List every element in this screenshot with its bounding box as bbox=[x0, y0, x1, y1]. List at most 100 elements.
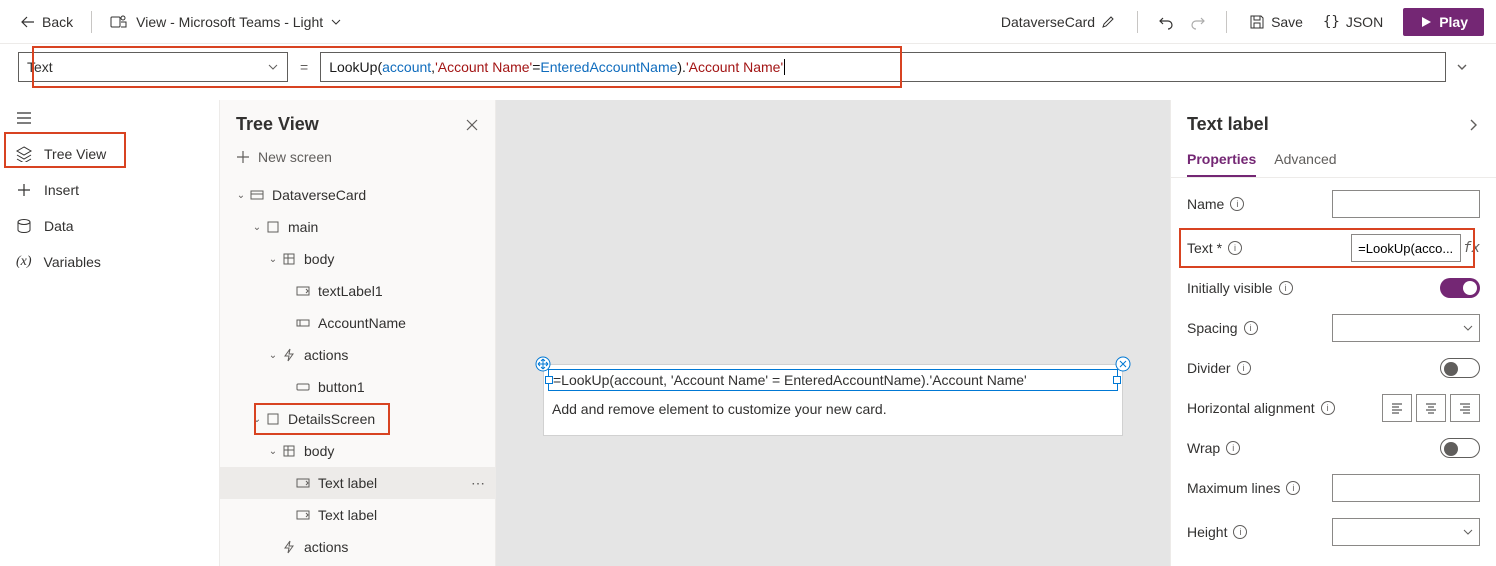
info-icon[interactable]: i bbox=[1279, 281, 1293, 295]
info-icon[interactable]: i bbox=[1230, 197, 1244, 211]
top-toolbar: Back View - Microsoft Teams - Light Data… bbox=[0, 0, 1496, 44]
left-nav: Tree View Insert Data (x) Variables bbox=[0, 100, 220, 566]
save-label: Save bbox=[1271, 14, 1303, 30]
nav-label: Data bbox=[44, 218, 74, 234]
save-button[interactable]: Save bbox=[1241, 10, 1311, 34]
maxlines-input[interactable] bbox=[1332, 474, 1480, 502]
chevron-down-icon bbox=[1455, 60, 1469, 74]
tab-properties[interactable]: Properties bbox=[1187, 143, 1256, 177]
nav-tree-view[interactable]: Tree View bbox=[0, 136, 219, 172]
divider-toggle[interactable] bbox=[1440, 358, 1480, 378]
tree-node-detailsscreen[interactable]: ⌄DetailsScreen bbox=[220, 403, 495, 435]
info-icon[interactable]: i bbox=[1286, 481, 1300, 495]
align-left-icon bbox=[1390, 401, 1404, 415]
nav-data[interactable]: Data bbox=[0, 208, 219, 244]
formula-token: EnteredAccountName bbox=[540, 59, 677, 75]
tree-label: main bbox=[288, 219, 318, 235]
close-icon[interactable] bbox=[465, 118, 479, 132]
prop-horizontal-alignment: Horizontal alignmenti bbox=[1187, 394, 1480, 422]
textinput-icon bbox=[296, 316, 310, 330]
formula-token: 'Account Name' bbox=[435, 59, 532, 75]
height-select[interactable] bbox=[1332, 518, 1480, 546]
tree-node-body[interactable]: ⌄body bbox=[220, 243, 495, 275]
info-icon[interactable]: i bbox=[1228, 241, 1242, 255]
formula-expand-button[interactable] bbox=[1446, 60, 1478, 74]
card-preview[interactable]: =LookUp(account, 'Account Name' = Entere… bbox=[543, 364, 1123, 436]
card-hint: Add and remove element to customize your… bbox=[544, 395, 1122, 435]
screen-icon bbox=[266, 412, 280, 426]
formula-token: ). bbox=[677, 59, 686, 75]
equals-icon: = bbox=[300, 59, 308, 75]
prop-label: Divider bbox=[1187, 360, 1231, 376]
tree-node-actions2[interactable]: actions bbox=[220, 531, 495, 563]
more-icon[interactable]: ⋯ bbox=[471, 475, 485, 492]
tree-label: actions bbox=[304, 347, 348, 363]
text-input[interactable] bbox=[1351, 234, 1461, 262]
plus-icon bbox=[236, 150, 250, 164]
spacing-select[interactable] bbox=[1332, 314, 1480, 342]
new-screen-button[interactable]: New screen bbox=[220, 139, 495, 175]
info-icon[interactable]: i bbox=[1244, 321, 1258, 335]
wrap-toggle[interactable] bbox=[1440, 438, 1480, 458]
align-left-button[interactable] bbox=[1382, 394, 1412, 422]
info-icon[interactable]: i bbox=[1237, 361, 1251, 375]
properties-panel: Text label Properties Advanced Namei Tex… bbox=[1170, 100, 1496, 566]
align-right-button[interactable] bbox=[1450, 394, 1480, 422]
info-icon[interactable]: i bbox=[1226, 441, 1240, 455]
view-selector[interactable]: View - Microsoft Teams - Light bbox=[102, 9, 349, 35]
undo-button[interactable] bbox=[1152, 8, 1180, 36]
info-icon[interactable]: i bbox=[1233, 525, 1247, 539]
align-right-icon bbox=[1458, 401, 1472, 415]
tree: ⌄DataverseCard ⌄main ⌄body textLabel1 Ac… bbox=[220, 175, 495, 566]
card-name[interactable]: DataverseCard bbox=[993, 10, 1123, 34]
json-button[interactable]: {} JSON bbox=[1315, 10, 1391, 34]
property-selector[interactable]: Text bbox=[18, 52, 288, 82]
new-screen-label: New screen bbox=[258, 149, 332, 165]
tree-label: Text label bbox=[318, 507, 377, 523]
textlabel-icon bbox=[296, 284, 310, 298]
formula-token: 'Account Name' bbox=[686, 59, 783, 75]
play-button[interactable]: Play bbox=[1403, 8, 1484, 36]
selected-text-field[interactable]: =LookUp(account, 'Account Name' = Entere… bbox=[548, 369, 1118, 391]
nav-variables[interactable]: (x) Variables bbox=[0, 244, 219, 280]
tree-node-button1[interactable]: button1 bbox=[220, 371, 495, 403]
tree-node-textlabel1[interactable]: textLabel1 bbox=[220, 275, 495, 307]
nav-insert[interactable]: Insert bbox=[0, 172, 219, 208]
tree-node-accountname[interactable]: AccountName bbox=[220, 307, 495, 339]
initially-visible-toggle[interactable] bbox=[1440, 278, 1480, 298]
tree-node-actions[interactable]: ⌄actions bbox=[220, 339, 495, 371]
teams-icon bbox=[110, 13, 128, 31]
button-icon bbox=[296, 380, 310, 394]
formula-input[interactable]: LookUp(account, 'Account Name' = Entered… bbox=[320, 52, 1446, 82]
undo-icon bbox=[1158, 14, 1174, 30]
tree-node-body2[interactable]: ⌄body bbox=[220, 435, 495, 467]
tree-node-textlabel-b[interactable]: Text label bbox=[220, 499, 495, 531]
nav-label: Insert bbox=[44, 182, 79, 198]
chevron-right-icon[interactable] bbox=[1466, 118, 1480, 132]
name-input[interactable] bbox=[1332, 190, 1480, 218]
formula-bar: Text = LookUp(account, 'Account Name' = … bbox=[0, 44, 1496, 100]
tree-label: Text label bbox=[318, 475, 377, 491]
prop-label: Maximum lines bbox=[1187, 480, 1280, 496]
divider bbox=[1226, 11, 1227, 33]
back-arrow-icon bbox=[20, 14, 36, 30]
formula-token: LookUp bbox=[329, 59, 377, 75]
tree-node-textlabel-selected[interactable]: Text label ⋯ bbox=[220, 467, 495, 499]
tree-node-main[interactable]: ⌄main bbox=[220, 211, 495, 243]
info-icon[interactable]: i bbox=[1321, 401, 1335, 415]
nav-label: Tree View bbox=[44, 146, 106, 162]
tree-node-card[interactable]: ⌄DataverseCard bbox=[220, 179, 495, 211]
card-name-label: DataverseCard bbox=[1001, 14, 1095, 30]
align-center-button[interactable] bbox=[1416, 394, 1446, 422]
fx-button[interactable]: fx bbox=[1463, 240, 1480, 256]
prop-label: Spacing bbox=[1187, 320, 1238, 336]
canvas[interactable]: =LookUp(account, 'Account Name' = Entere… bbox=[496, 100, 1170, 566]
prop-label: Initially visible bbox=[1187, 280, 1273, 296]
text-cursor bbox=[784, 59, 785, 75]
redo-button bbox=[1184, 8, 1212, 36]
tab-advanced[interactable]: Advanced bbox=[1274, 143, 1336, 177]
back-label: Back bbox=[42, 14, 73, 30]
hamburger-button[interactable] bbox=[0, 100, 219, 136]
back-button[interactable]: Back bbox=[12, 10, 81, 34]
chevron-down-icon bbox=[267, 61, 279, 73]
